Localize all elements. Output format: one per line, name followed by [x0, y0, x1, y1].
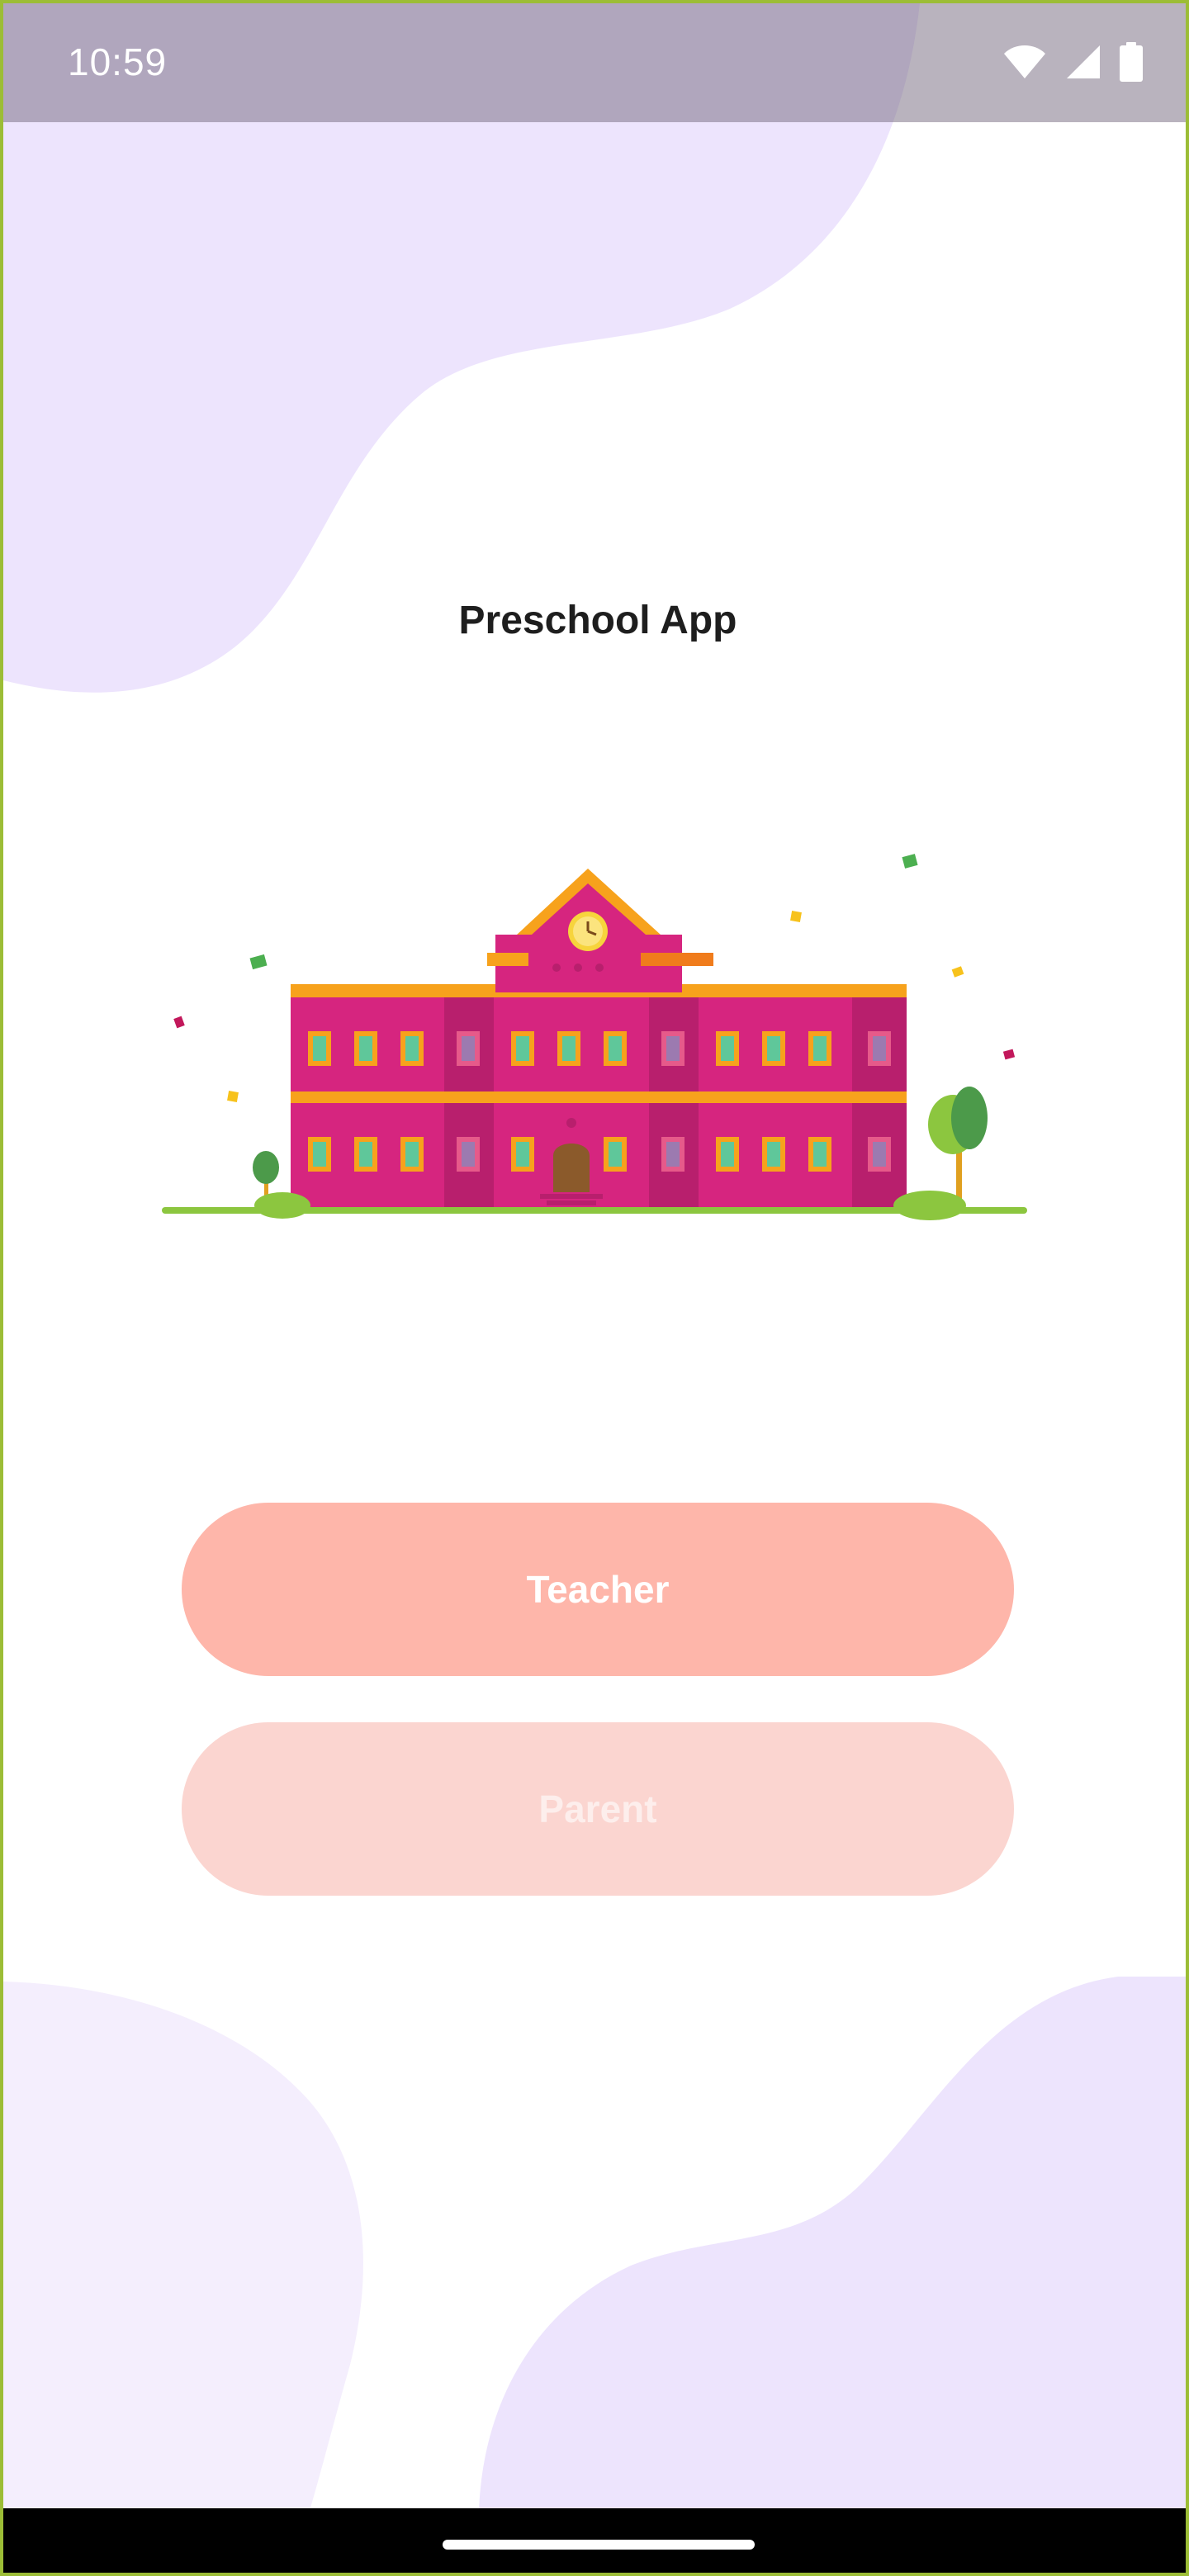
home-indicator[interactable] [443, 2540, 755, 2550]
app-screen: 10:59 Preschool App Teacher Parent [0, 0, 1189, 2576]
background-blobs [3, 3, 1186, 2513]
status-icons [1002, 41, 1143, 83]
wifi-icon [1004, 45, 1045, 78]
battery-icon [1120, 42, 1143, 82]
teacher-button-label: Teacher [526, 1568, 670, 1611]
bottom-left-blob [3, 1982, 363, 2513]
teacher-button[interactable]: Teacher [182, 1503, 1014, 1676]
status-time: 10:59 [68, 40, 168, 83]
school-building-illustration [162, 854, 1027, 1220]
bottom-right-blob [479, 1977, 1186, 2513]
parent-button[interactable]: Parent [182, 1722, 1014, 1896]
parent-button-label: Parent [538, 1788, 657, 1830]
app-title: Preschool App [458, 599, 737, 642]
status-bar: 10:59 [3, 3, 1186, 122]
cell-signal-icon [1067, 45, 1100, 78]
